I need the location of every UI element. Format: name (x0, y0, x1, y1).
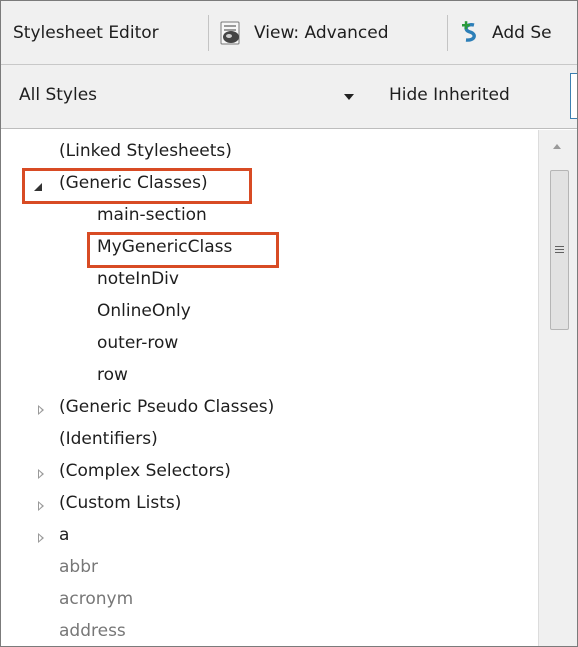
grip-line (555, 252, 564, 253)
add-style-icon (460, 21, 482, 45)
tree-item-abbr[interactable]: abbr (1, 554, 538, 586)
tree-item-label: acronym (59, 589, 134, 609)
tree-item-noteindiv[interactable]: noteInDiv (1, 266, 538, 298)
search-field-edge[interactable] (570, 73, 577, 119)
tree-item-label: outer-row (97, 333, 179, 353)
editor-title-label: Stylesheet Editor (13, 23, 159, 43)
scrollbar-thumb[interactable] (550, 170, 569, 330)
highlight-box-generic-classes (22, 168, 252, 204)
view-advanced-button[interactable]: View: Advanced (218, 1, 389, 65)
toolbar: Stylesheet Editor View: Advanced Add Se (1, 1, 577, 65)
tree-item-label: (Linked Stylesheets) (59, 141, 232, 161)
tree-item-label: a (59, 525, 70, 545)
tree-item-label: row (97, 365, 128, 385)
collapsed-triangle-icon[interactable] (38, 501, 44, 511)
paintbrush-icon (218, 20, 244, 46)
toolbar-separator (447, 15, 448, 51)
editor-title: Stylesheet Editor (13, 1, 159, 65)
dropdown-arrow-icon[interactable] (344, 94, 354, 100)
add-selector-label: Add Se (492, 23, 552, 43)
style-tree: (Linked Stylesheets) (Generic Classes) m… (1, 130, 538, 646)
vertical-scrollbar[interactable] (538, 130, 577, 646)
tree-item-outer-row[interactable]: outer-row (1, 330, 538, 362)
toolbar-separator (208, 15, 209, 51)
tree-item-label: address (59, 621, 126, 641)
tree-item-identifiers[interactable]: (Identifiers) (1, 426, 538, 458)
tree-item-label: (Custom Lists) (59, 493, 182, 513)
collapsed-triangle-icon[interactable] (38, 469, 44, 479)
tree-item-acronym[interactable]: acronym (1, 586, 538, 618)
grip-line (555, 246, 564, 247)
tree-item-custom-lists[interactable]: (Custom Lists) (1, 490, 538, 522)
stylesheet-editor-window: Stylesheet Editor View: Advanced Add Se … (0, 0, 578, 647)
tree-item-a[interactable]: a (1, 522, 538, 554)
tree-item-label: (Complex Selectors) (59, 461, 231, 481)
tree-item-label: (Generic Pseudo Classes) (59, 397, 275, 417)
tree-item-row[interactable]: row (1, 362, 538, 394)
collapsed-triangle-icon[interactable] (38, 405, 44, 415)
grip-line (555, 249, 564, 250)
tree-item-linked-stylesheets[interactable]: (Linked Stylesheets) (1, 138, 538, 170)
tree-item-generic-pseudo-classes[interactable]: (Generic Pseudo Classes) (1, 394, 538, 426)
tree-item-onlineonly[interactable]: OnlineOnly (1, 298, 538, 330)
tree-item-main-section[interactable]: main-section (1, 202, 538, 234)
collapsed-triangle-icon[interactable] (38, 533, 44, 543)
hide-inherited-button[interactable]: Hide Inherited (389, 85, 510, 105)
tree-item-complex-selectors[interactable]: (Complex Selectors) (1, 458, 538, 490)
tree-item-label: main-section (97, 205, 207, 225)
scroll-up-arrow-icon[interactable] (553, 144, 561, 149)
highlight-box-mygenericclass (87, 232, 279, 268)
tree-item-address[interactable]: address (1, 618, 538, 646)
view-advanced-label: View: Advanced (254, 23, 389, 43)
add-selector-button[interactable]: Add Se (460, 1, 552, 65)
tree-item-label: noteInDiv (97, 269, 179, 289)
filter-bar: All Styles Hide Inherited (1, 65, 577, 129)
tree-item-label: OnlineOnly (97, 301, 191, 321)
tree-item-label: (Identifiers) (59, 429, 158, 449)
style-filter-value: All Styles (19, 85, 98, 105)
tree-item-label: abbr (59, 557, 98, 577)
